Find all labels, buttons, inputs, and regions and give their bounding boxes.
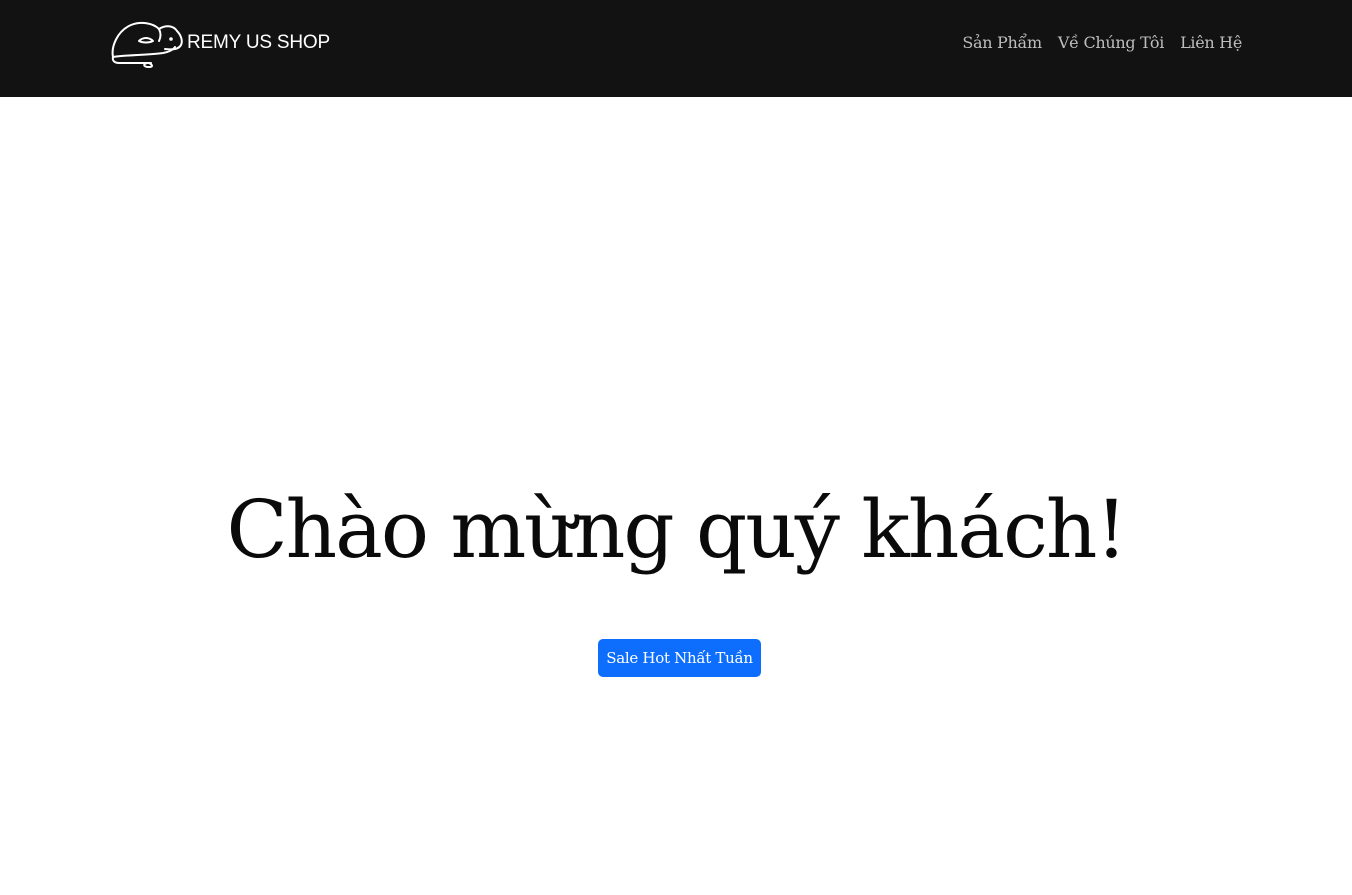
brand-name: REMY US SHOP — [187, 32, 330, 53]
main-nav: Sản Phẩm Về Chúng Tôi Liên Hệ — [962, 33, 1242, 52]
weekly-sale-button[interactable]: Sale Hot Nhất Tuần — [598, 639, 761, 677]
mouse-logo-icon — [109, 19, 185, 69]
navbar: REMY US SHOP Sản Phẩm Về Chúng Tôi Liên … — [0, 0, 1352, 97]
nav-link-ve-chung-toi[interactable]: Về Chúng Tôi — [1058, 33, 1164, 52]
hero-title: Chào mừng quý khách! — [226, 483, 1127, 576]
brand-link[interactable]: REMY US SHOP — [109, 19, 330, 69]
nav-link-san-pham[interactable]: Sản Phẩm — [962, 33, 1042, 52]
nav-link-lien-he[interactable]: Liên Hệ — [1180, 33, 1242, 52]
